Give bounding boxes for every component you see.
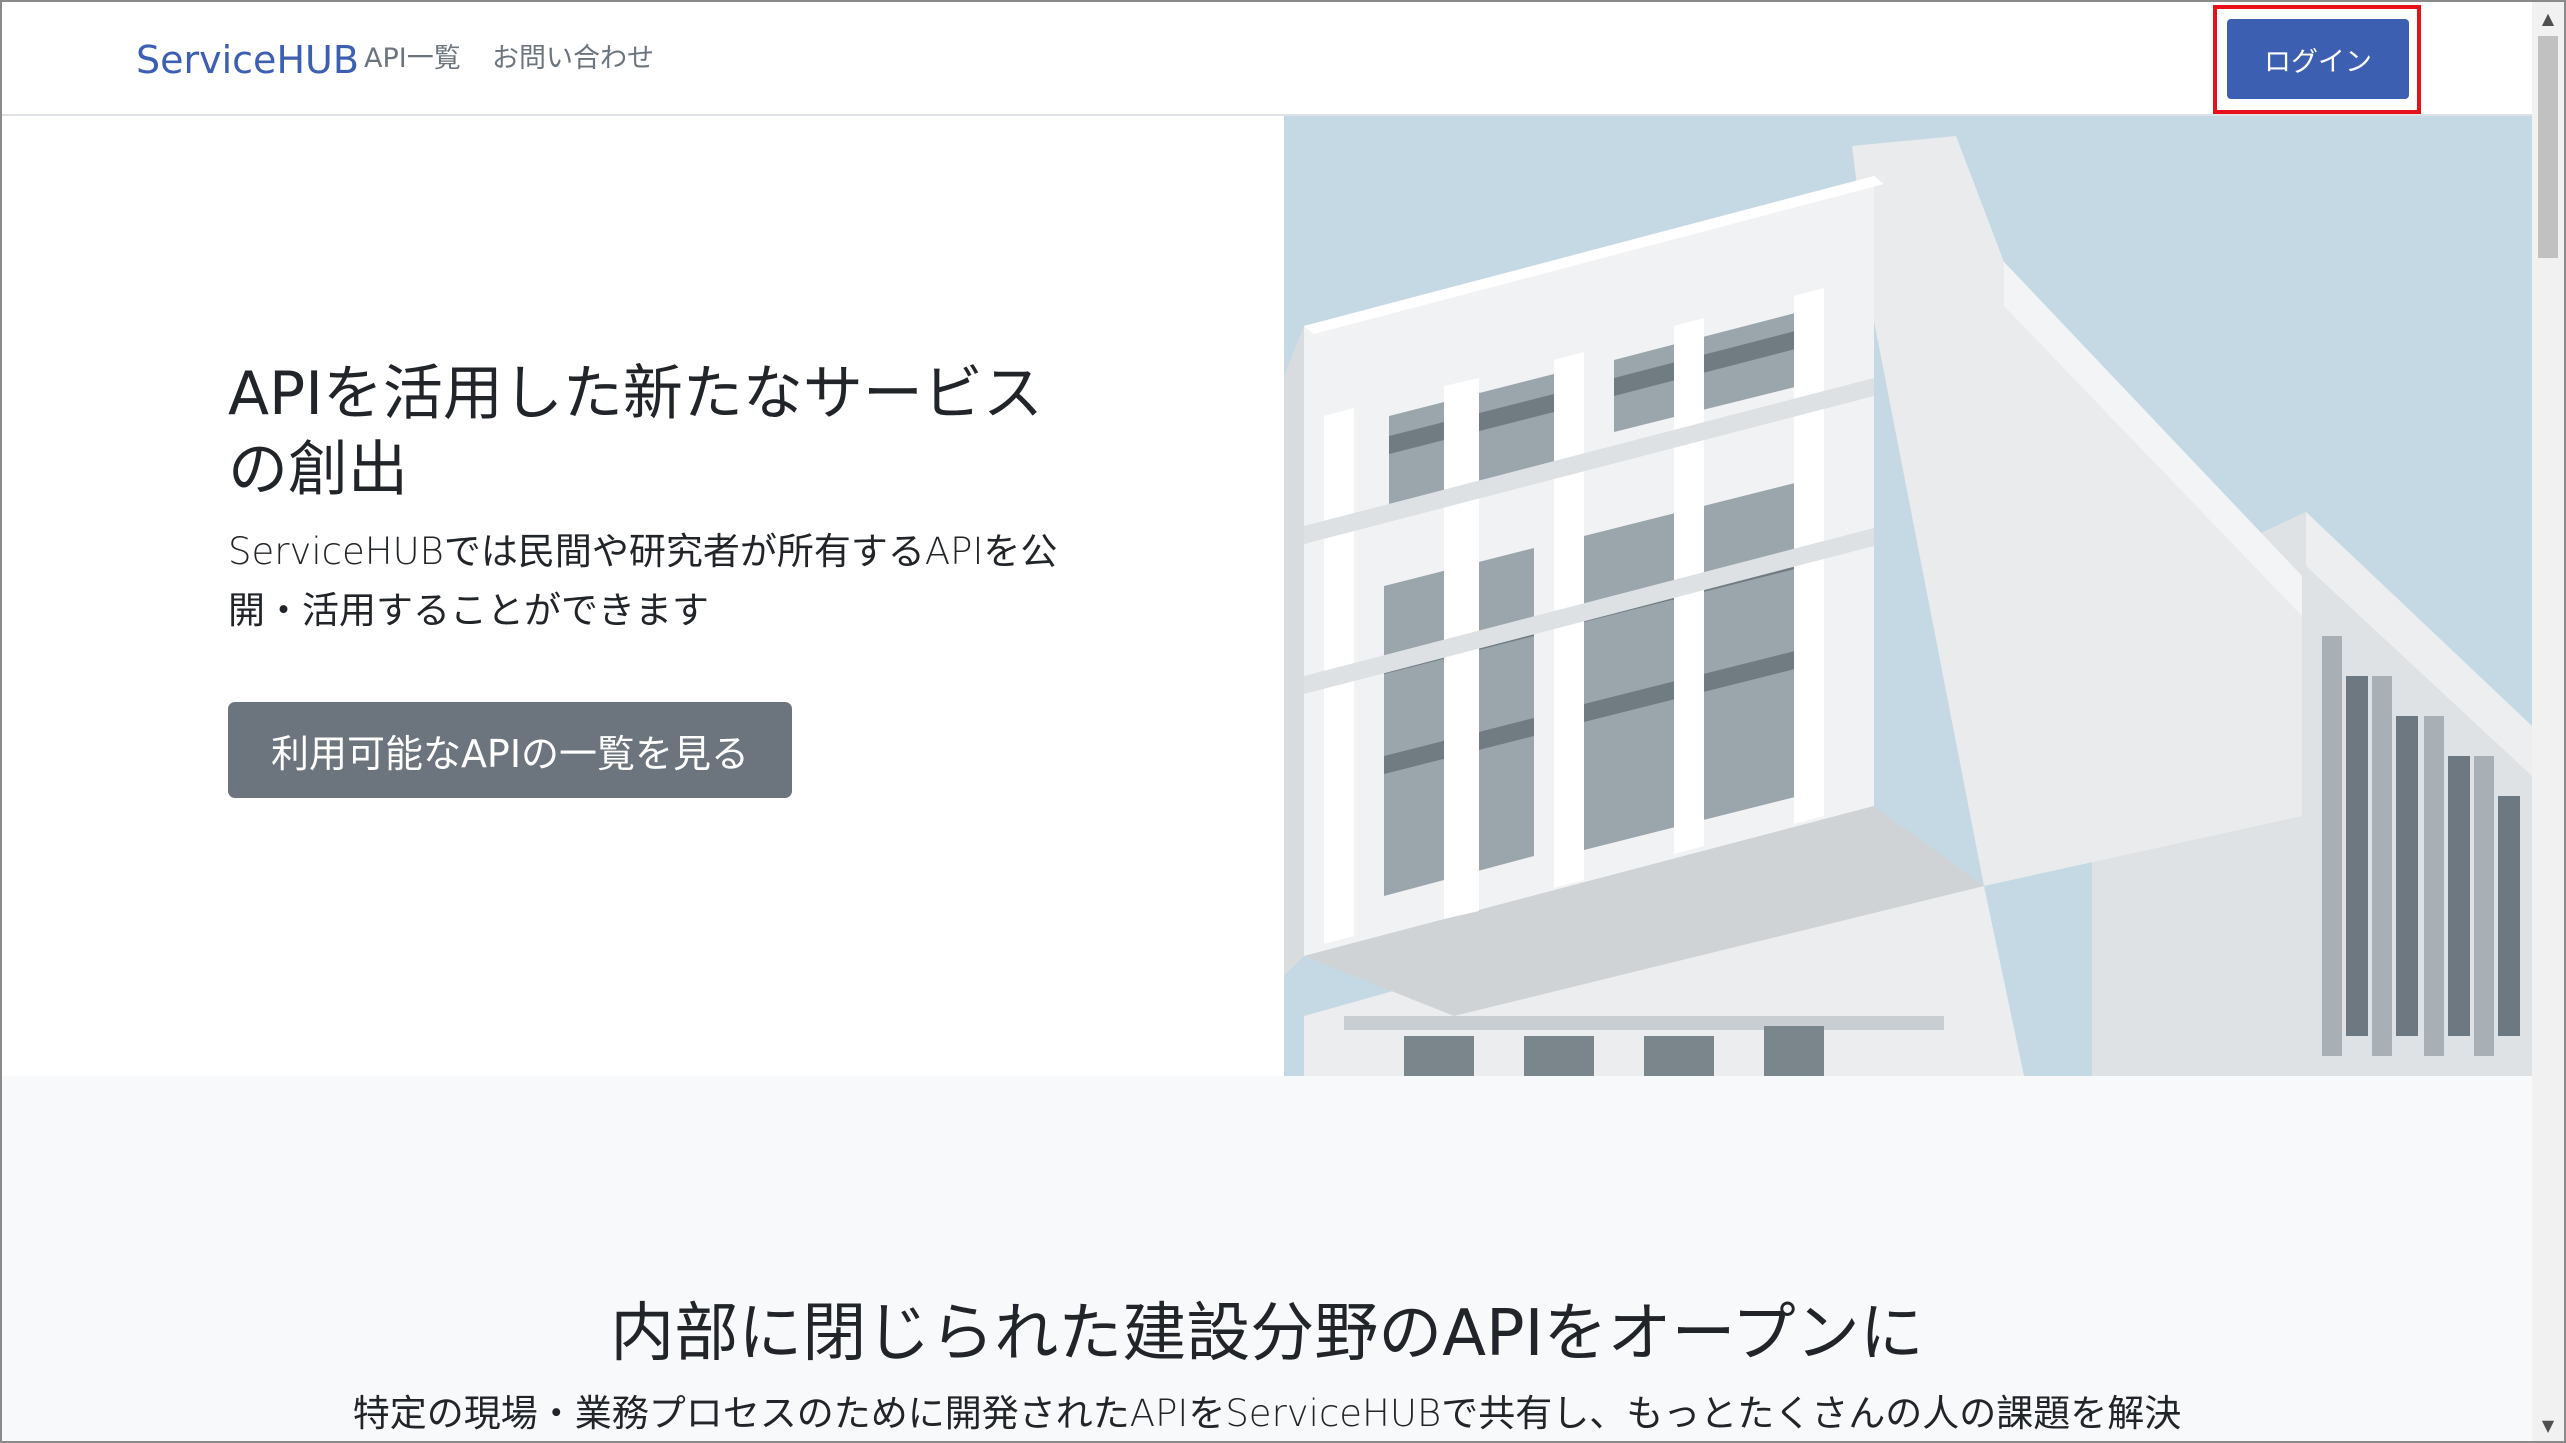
brand-link[interactable]: ServiceHUB xyxy=(136,32,359,88)
vertical-scrollbar[interactable]: ▲ ▼ xyxy=(2532,2,2564,1441)
hero-section: APIを活用した新たなサービスの創出 ServiceHUBでは民間や研究者が所有… xyxy=(2,116,2532,1076)
hero-text: APIを活用した新たなサービスの創出 ServiceHUBでは民間や研究者が所有… xyxy=(228,356,1088,640)
section-title: 内部に閉じられた建設分野のAPIをオープンに xyxy=(610,1297,1924,1371)
section-subtitle: 特定の現場・業務プロセスのために開発されたAPIをServiceHUBで共有し、… xyxy=(352,1392,2182,1435)
nav-link-contact[interactable]: お問い合わせ xyxy=(492,38,654,80)
hero-lead: ServiceHUBでは民間や研究者が所有するAPIを公開・活用することができま… xyxy=(228,530,1058,632)
scrollbar-thumb[interactable] xyxy=(2538,36,2558,258)
page: ServiceHUB API一覧 お問い合わせ ログイン APIを活用した新たな… xyxy=(2,2,2532,1441)
features-section: 内部に閉じられた建設分野のAPIをオープンに 特定の現場・業務プロセスのために開… xyxy=(2,1076,2532,1441)
login-button[interactable]: ログイン xyxy=(2227,19,2409,99)
triangle-up-icon[interactable]: ▲ xyxy=(2532,2,2564,34)
triangle-down-icon[interactable]: ▼ xyxy=(2532,1409,2564,1441)
hero-title: APIを活用した新たなサービスの創出 xyxy=(228,359,1043,505)
view-api-list-button[interactable]: 利用可能なAPIの一覧を見る xyxy=(228,702,792,798)
building-image xyxy=(1284,116,2532,1076)
nav-link-api-list[interactable]: API一覧 xyxy=(364,38,461,80)
navbar: ServiceHUB API一覧 お問い合わせ ログイン xyxy=(2,2,2532,116)
